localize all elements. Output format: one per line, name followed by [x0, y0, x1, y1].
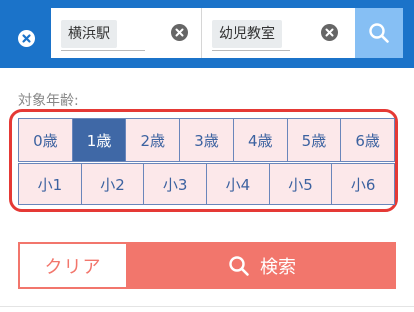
age-option-4[interactable]: 4歳: [232, 118, 288, 162]
grade-option-4[interactable]: 小5: [268, 163, 333, 205]
close-icon[interactable]: [18, 30, 35, 47]
keyword-field[interactable]: 幼児教室: [202, 8, 352, 58]
grade-option-5[interactable]: 小6: [331, 163, 396, 205]
search-submit-button[interactable]: 検索: [128, 242, 396, 289]
grade-option-3[interactable]: 小4: [206, 163, 270, 205]
top-search-bar: 横浜駅 幼児教室: [0, 0, 414, 68]
search-button[interactable]: [355, 8, 403, 58]
age-option-0[interactable]: 0歳: [18, 118, 73, 162]
age-filter-label: 対象年齢:: [18, 93, 79, 109]
age-option-6[interactable]: 6歳: [340, 118, 396, 162]
clear-button[interactable]: クリア: [18, 242, 128, 289]
age-option-1[interactable]: 1歳: [71, 118, 127, 162]
age-row: 0歳 1歳 2歳 3歳 4歳 5歳 6歳: [18, 118, 396, 162]
search-icon: [229, 255, 249, 276]
location-value: 横浜駅: [61, 20, 117, 48]
age-option-3[interactable]: 3歳: [179, 118, 234, 162]
age-option-5[interactable]: 5歳: [286, 118, 342, 162]
divider: [0, 306, 414, 307]
location-underline: [61, 50, 145, 51]
age-option-2[interactable]: 2歳: [125, 118, 181, 162]
search-icon: [369, 23, 389, 43]
grade-option-1[interactable]: 小2: [80, 163, 145, 205]
keyword-underline: [212, 50, 290, 51]
grade-row: 小1 小2 小3 小4 小5 小6: [18, 163, 396, 205]
grade-option-0[interactable]: 小1: [18, 163, 82, 205]
search-box: 横浜駅 幼児教室: [51, 8, 355, 58]
clear-location-icon[interactable]: [171, 24, 188, 41]
search-submit-label: 検索: [260, 256, 296, 278]
age-filter-grid: 0歳 1歳 2歳 3歳 4歳 5歳 6歳 小1 小2 小3 小4 小5 小6: [18, 118, 396, 205]
location-field[interactable]: 横浜駅: [51, 8, 201, 58]
keyword-value: 幼児教室: [212, 20, 282, 48]
grade-option-2[interactable]: 小3: [143, 163, 208, 205]
clear-keyword-icon[interactable]: [321, 24, 338, 41]
